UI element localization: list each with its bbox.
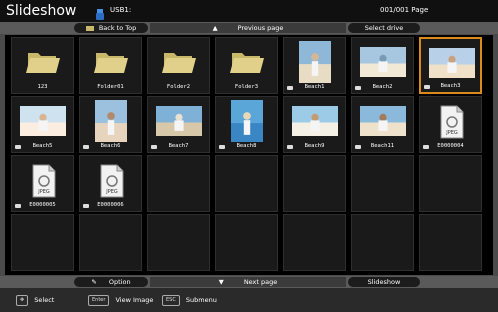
grid-item-beach9[interactable]: Beach9 [283,96,346,153]
empty-grid-cell [215,155,278,212]
option-label: Option [108,278,131,286]
grid-item-beach5[interactable]: Beach5 [11,96,74,153]
grid-item-folder2[interactable]: Folder2 [147,37,210,94]
grid-item-label: Folder2 [166,84,191,90]
select-drive-label: Select drive [364,24,404,32]
grid-item-e0000006[interactable]: JPEG E0000006 [79,155,142,212]
grid-item-label: Beach6 [100,143,121,149]
empty-grid-cell [283,155,346,212]
folder-icon [88,41,134,83]
grid-item-label: Beach8 [236,143,257,149]
grid-item-label: 123 [37,84,48,90]
photo-thumbnail [292,100,338,142]
photo-thumbnail [88,100,134,142]
grid-item-label: Beach11 [370,143,395,149]
jpeg-file-icon: JPEG [20,159,66,201]
empty-grid-cell [419,155,482,212]
grid-item-e0000004[interactable]: JPEG E0000004 [419,96,482,153]
previous-page-button[interactable]: ▲ Previous page [150,23,346,33]
photo-thumbnail [292,41,338,83]
grid-item-folder01[interactable]: Folder01 [79,37,142,94]
grid-item-beach11[interactable]: Beach11 [351,96,414,153]
grid-item-123[interactable]: 123 [11,37,74,94]
empty-grid-cell [147,214,210,271]
arrow-keys-icon: ✥ [16,294,29,306]
next-page-label: Next page [243,278,278,286]
app-title: Slideshow [6,3,77,19]
jpeg-file-icon: JPEG [428,100,474,142]
back-to-top-button[interactable]: Back to Top [74,23,148,33]
grid-item-label: Beach2 [372,84,393,90]
grid-item-label: Beach7 [168,143,189,149]
grid-item-beach8[interactable]: Beach8 [215,96,278,153]
top-nav-bar: Back to Top ▲ Previous page Select drive [0,22,498,34]
option-button[interactable]: ✎ Option [74,277,148,287]
next-page-button[interactable]: ▼ Next page [150,277,346,287]
submenu-hint-label: Submenu [185,296,217,304]
jpeg-icon-label: JPEG [38,189,50,195]
slideshow-button[interactable]: Slideshow [348,277,420,287]
bottom-nav-bar: ✎ Option ▼ Next page Slideshow [0,276,498,288]
slideshow-label: Slideshow [367,278,401,286]
grid-item-label: E0000005 [29,202,56,208]
enter-key-icon: Enter [88,294,110,306]
submenu-hint: ESC Submenu [162,294,217,306]
down-triangle-icon: ▼ [218,278,224,286]
jpeg-icon-label: JPEG [446,130,458,136]
grid-item-beach6[interactable]: Beach6 [79,96,142,153]
select-hint-label: Select [34,296,55,304]
title-bar: Slideshow USB1: 001/001 Page [0,0,498,22]
photo-thumbnail [360,100,406,142]
grid-item-label: E0000004 [437,143,464,149]
photo-thumbnail [224,100,270,142]
page-indicator: 001/001 Page [380,6,429,14]
empty-grid-cell [147,155,210,212]
empty-grid-cell [419,214,482,271]
thumbnail-grid: 123 Folder01 Folder2 Folder3 Beach1 Beach2 Bea… [5,35,493,275]
jpeg-file-icon: JPEG [88,159,134,201]
grid-item-label: Beach1 [304,84,325,90]
grid-item-e0000005[interactable]: JPEG E0000005 [11,155,74,212]
pencil-icon: ✎ [91,278,97,286]
grid-item-label: Folder01 [97,84,124,90]
grid-item-beach3[interactable]: Beach3 [419,37,482,94]
view-image-hint-label: View Image [115,296,154,304]
photo-thumbnail [429,42,475,84]
photo-thumbnail [20,100,66,142]
hint-bar: ✥ Select Enter View Image ESC Submenu [0,288,498,312]
grid-item-beach1[interactable]: Beach1 [283,37,346,94]
empty-grid-cell [351,214,414,271]
select-hint: ✥ Select [16,294,54,306]
grid-item-label: Beach3 [440,83,461,89]
grid-item-beach2[interactable]: Beach2 [351,37,414,94]
folder-up-icon [85,25,94,31]
select-drive-button[interactable]: Select drive [348,23,420,33]
empty-grid-cell [79,214,142,271]
photo-thumbnail [156,100,202,142]
photo-thumbnail [360,41,406,83]
previous-page-label: Previous page [237,24,284,32]
grid-item-beach7[interactable]: Beach7 [147,96,210,153]
up-triangle-icon: ▲ [212,24,218,32]
esc-key-icon: ESC [162,294,180,306]
empty-grid-cell [351,155,414,212]
grid-item-label: Beach9 [304,143,325,149]
grid-item-label: Beach5 [32,143,53,149]
drive-label: USB1: [110,6,132,14]
grid-item-folder3[interactable]: Folder3 [215,37,278,94]
empty-grid-cell [11,214,74,271]
empty-grid-cell [283,214,346,271]
view-image-hint: Enter View Image [88,294,153,306]
jpeg-icon-label: JPEG [106,189,118,195]
folder-icon [156,41,202,83]
grid-item-label: E0000006 [97,202,124,208]
folder-icon [20,41,66,83]
back-to-top-label: Back to Top [98,24,137,32]
slideshow-screen: Slideshow USB1: 001/001 Page Back to Top… [0,0,498,312]
folder-icon [224,41,270,83]
empty-grid-cell [215,214,278,271]
usb-icon [96,5,104,20]
grid-item-label: Folder3 [234,84,259,90]
